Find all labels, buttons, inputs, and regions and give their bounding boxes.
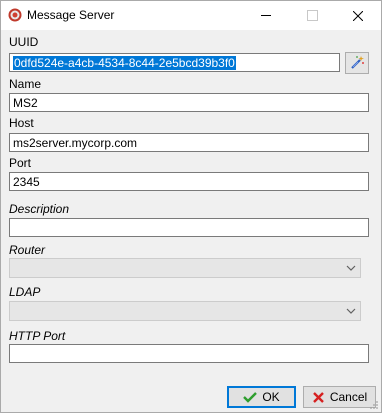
magic-wand-icon xyxy=(351,56,364,69)
maximize-button xyxy=(289,1,335,30)
generate-uuid-button[interactable] xyxy=(345,52,369,74)
router-select[interactable] xyxy=(9,258,361,278)
maximize-icon xyxy=(306,10,318,21)
red-x-icon xyxy=(312,391,324,403)
close-button[interactable] xyxy=(335,1,381,30)
description-field[interactable] xyxy=(9,218,369,237)
uuid-value: 0dfd524e-a4cb-4534-8c44-2e5bcd39b3f0 xyxy=(13,56,236,70)
window-title: Message Server xyxy=(27,8,115,22)
cancel-label: Cancel xyxy=(329,390,368,404)
ldap-select[interactable] xyxy=(9,301,361,321)
chevron-down-icon xyxy=(346,308,356,314)
resize-grip-icon[interactable] xyxy=(369,400,379,410)
minimize-button[interactable] xyxy=(243,1,289,30)
close-icon xyxy=(353,10,363,21)
http-port-field[interactable] xyxy=(9,344,369,363)
ldap-label: LDAP xyxy=(9,285,41,299)
http-port-label: HTTP Port xyxy=(9,329,66,343)
ok-label: OK xyxy=(262,390,280,404)
host-field[interactable]: ms2server.mycorp.com xyxy=(9,133,369,152)
title-bar[interactable]: Message Server xyxy=(1,1,381,30)
uuid-field[interactable]: 0dfd524e-a4cb-4534-8c44-2e5bcd39b3f0 xyxy=(9,53,340,72)
app-record-icon xyxy=(8,8,22,22)
checkmark-icon xyxy=(243,392,258,403)
minimize-icon xyxy=(261,15,271,16)
port-label: Port xyxy=(9,156,32,170)
message-server-dialog: Message Server UUID 0dfd524e-a4cb-4534-8… xyxy=(0,0,382,413)
uuid-label: UUID xyxy=(9,35,39,49)
cancel-button[interactable]: Cancel xyxy=(303,386,376,408)
ok-button[interactable]: OK xyxy=(227,386,296,408)
host-label: Host xyxy=(9,116,34,130)
port-field[interactable]: 2345 xyxy=(9,172,369,191)
name-label: Name xyxy=(9,77,42,91)
router-label: Router xyxy=(9,243,46,257)
chevron-down-icon xyxy=(346,265,356,271)
name-field[interactable]: MS2 xyxy=(9,93,369,112)
description-label: Description xyxy=(9,202,70,216)
